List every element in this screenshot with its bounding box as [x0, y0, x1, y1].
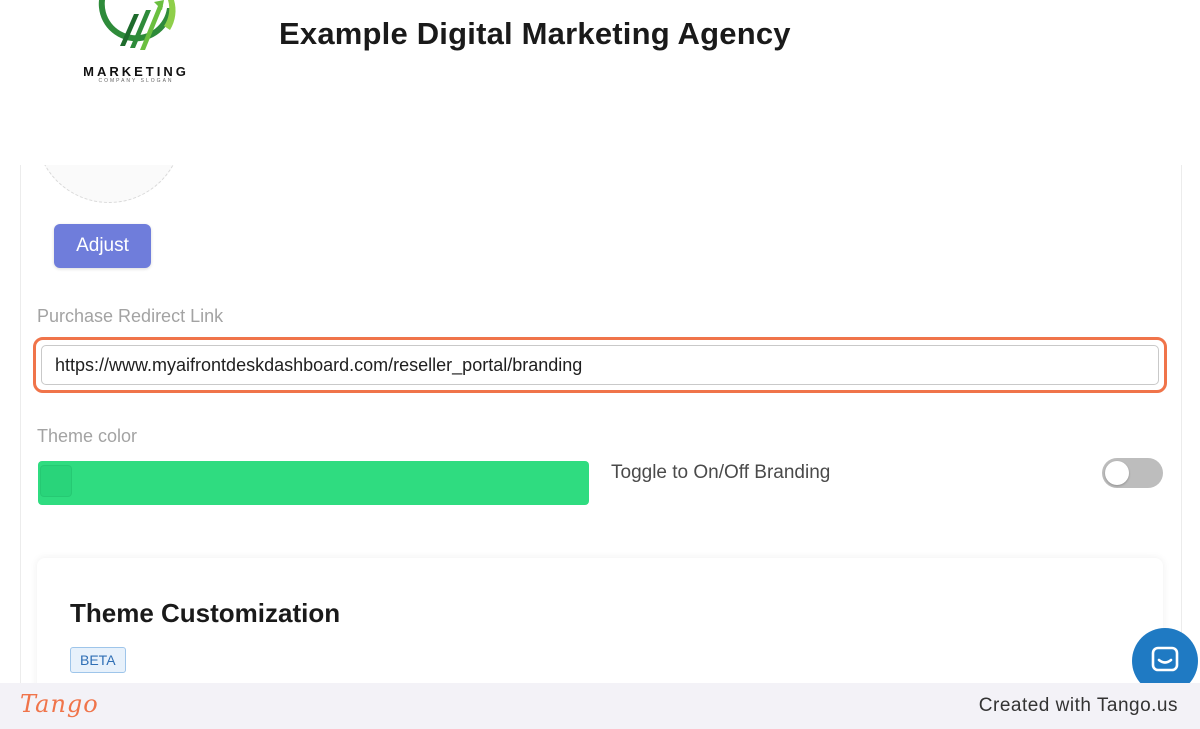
- tango-footer: Tango Created with Tango.us: [0, 683, 1200, 729]
- logo-graphic-icon: [98, 0, 176, 50]
- logo-text: MARKETING: [83, 64, 189, 79]
- theme-color-label: Theme color: [37, 426, 138, 446]
- redirect-link-input[interactable]: [41, 345, 1159, 385]
- color-swatch-preview[interactable]: [40, 465, 72, 497]
- redirect-link-highlight: [33, 337, 1167, 393]
- logo-slogan: COMPANY SLOGAN: [98, 78, 174, 84]
- adjust-button[interactable]: Adjust: [54, 224, 151, 268]
- card-title: Theme Customization: [70, 598, 341, 628]
- theme-color-picker[interactable]: [38, 461, 589, 505]
- branding-toggle-label: Toggle to On/Off Branding: [611, 462, 831, 483]
- agency-title: Example Digital Marketing Agency: [279, 16, 791, 51]
- tango-logo: Tango: [20, 690, 99, 718]
- created-with-text: Created with Tango.us: [978, 695, 1178, 716]
- page-header: MARKETING COMPANY SLOGAN Example Digital…: [0, 0, 1200, 165]
- toggle-knob: [1105, 461, 1129, 485]
- redirect-link-label: Purchase Redirect Link: [37, 306, 224, 326]
- agency-logo: MARKETING COMPANY SLOGAN: [70, 0, 202, 88]
- branding-toggle[interactable]: [1102, 458, 1163, 488]
- chat-bubble-icon: [1151, 646, 1179, 672]
- beta-badge: BETA: [70, 647, 126, 673]
